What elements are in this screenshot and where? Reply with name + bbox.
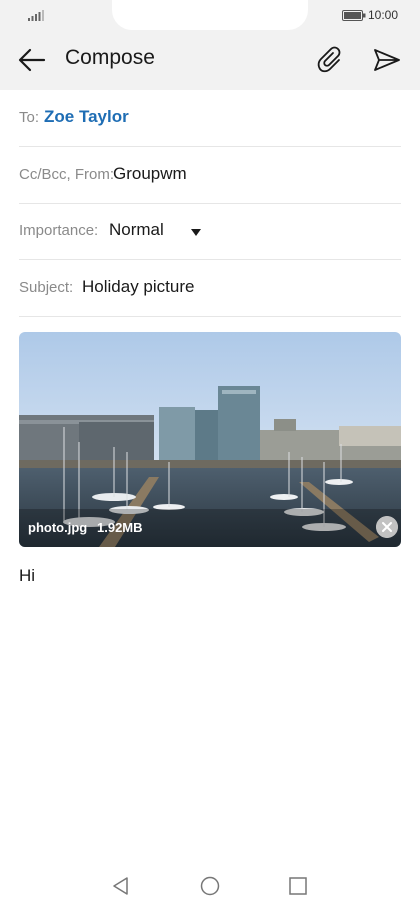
importance-select[interactable]: Normal (109, 220, 164, 240)
app-bar: Compose (0, 30, 420, 90)
camera-notch (112, 0, 308, 30)
nav-back-icon[interactable] (111, 876, 131, 896)
from-account[interactable]: Groupwm (113, 164, 187, 184)
nav-recent-apps-icon[interactable] (289, 877, 307, 895)
importance-label: Importance: (19, 222, 99, 239)
back-arrow-icon[interactable] (16, 46, 48, 74)
paperclip-icon[interactable] (317, 46, 345, 74)
status-bar: 10:00 (0, 0, 420, 30)
status-time: 10:00 (368, 8, 399, 22)
subject-field[interactable]: Subject: Holiday picture (19, 260, 401, 317)
page-title: Compose (65, 46, 155, 69)
cc-bcc-from-label: Cc/Bcc, From: (19, 166, 115, 183)
subject-label: Subject: (19, 279, 74, 296)
to-label: To: (19, 109, 40, 126)
signal-icon (28, 10, 44, 21)
attachment-preview[interactable]: photo.jpg 1.92MB (19, 332, 401, 547)
attachment-info-bar: photo.jpg 1.92MB (19, 509, 401, 547)
subject-input[interactable]: Holiday picture (82, 277, 194, 297)
send-icon[interactable] (372, 46, 402, 74)
message-body[interactable]: Hi (19, 566, 35, 586)
recipient-chip[interactable]: Zoe Taylor (44, 107, 129, 127)
battery-icon (342, 10, 366, 21)
nav-home-icon[interactable] (200, 876, 220, 896)
system-nav-bar (0, 860, 420, 910)
importance-field[interactable]: Importance: Normal (19, 203, 401, 260)
to-field[interactable]: To: Zoe Taylor (19, 90, 401, 147)
remove-attachment-icon[interactable] (376, 516, 398, 538)
attachment-file-size: 1.92MB (97, 520, 143, 535)
dropdown-caret-icon[interactable] (191, 229, 201, 236)
cc-bcc-from-field[interactable]: Cc/Bcc, From: Groupwm (19, 147, 401, 204)
attachment-file-name: photo.jpg (28, 520, 88, 535)
